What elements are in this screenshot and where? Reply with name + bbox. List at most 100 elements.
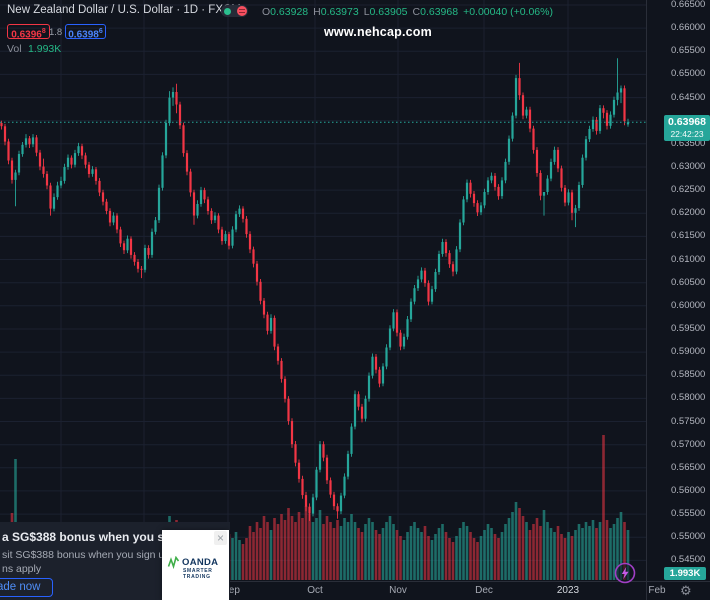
volume-bar: [241, 544, 245, 580]
candle: [332, 494, 336, 507]
volume-bar: [486, 524, 490, 580]
price-tick-label: 0.55500: [671, 508, 706, 520]
candle: [458, 222, 462, 250]
volume-bar: [318, 510, 322, 580]
price-tick-label: 0.58000: [671, 392, 706, 404]
candle: [255, 263, 259, 282]
candle: [38, 152, 42, 167]
candle: [448, 253, 451, 265]
candle: [367, 375, 371, 399]
gear-icon[interactable]: ⚙: [680, 584, 692, 599]
volume-bar: [588, 526, 591, 580]
spread-value: 1.8: [49, 27, 63, 38]
candle: [269, 317, 273, 331]
candle: [388, 328, 392, 348]
volume-bar: [353, 522, 357, 580]
ask-price: 0.6398: [68, 29, 99, 41]
volume-bar: [245, 538, 248, 580]
candle: [483, 192, 486, 206]
candle: [63, 167, 66, 181]
candle: [514, 78, 518, 116]
volume-bar: [297, 512, 301, 580]
time-tick-label: Dec: [475, 585, 493, 596]
symbol-title[interactable]: New Zealand Dollar / U.S. Dollar · 1D · …: [7, 4, 241, 16]
candle: [14, 172, 17, 180]
candle: [10, 160, 14, 180]
ohlc-key: O: [262, 6, 271, 18]
legend-visibility-toggle[interactable]: [221, 5, 248, 17]
volume-bar: [339, 526, 343, 580]
candle: [584, 139, 588, 158]
candle: [168, 97, 171, 124]
candle: [392, 312, 395, 329]
candle: [322, 444, 325, 458]
volume-bar: [493, 534, 497, 580]
candle: [374, 356, 378, 370]
volume-bar: [476, 542, 479, 580]
menu-icon: [236, 6, 247, 16]
volume-bar: [518, 508, 521, 580]
candle: [252, 249, 255, 264]
volume-bar: [416, 528, 420, 580]
candle: [493, 175, 497, 187]
candle: [59, 180, 63, 186]
volume-bar: [521, 516, 525, 580]
ad-banner[interactable]: a SG$388 bonus when you sign up. sit SG$…: [0, 522, 230, 600]
candle: [220, 229, 224, 242]
volume-bar: [567, 532, 570, 580]
candle: [521, 95, 525, 116]
candle: [476, 203, 479, 213]
candle: [24, 138, 28, 145]
volume-bar: [462, 522, 465, 580]
oanda-card[interactable]: × OANDA SMARTER TRADING: [162, 530, 229, 600]
candle: [77, 146, 80, 154]
volume-bar: [430, 540, 434, 580]
volume-bar: [311, 522, 315, 580]
candle: [231, 229, 234, 246]
volume-bar: [402, 540, 406, 580]
candle: [570, 192, 574, 213]
sell-price-button[interactable]: 0.63968: [7, 24, 50, 40]
candle: [511, 115, 514, 139]
volume-value: 1.993K: [28, 43, 62, 55]
time-tick-label: 2023: [556, 585, 580, 596]
candle: [532, 128, 535, 150]
candle: [402, 336, 406, 347]
volume-bar: [455, 536, 458, 580]
watermark: www.nehcap.com: [324, 25, 432, 39]
trade-now-button[interactable]: ade now: [0, 578, 54, 597]
candle: [185, 153, 189, 172]
candle: [154, 220, 157, 232]
price-tick-label: 0.64500: [671, 91, 706, 103]
candle: [423, 270, 427, 284]
volume-bar: [409, 526, 413, 580]
candle: [287, 398, 290, 421]
candle: [577, 185, 581, 209]
candle: [52, 197, 56, 209]
candle: [591, 119, 595, 130]
ask-price-pip: 6: [98, 28, 103, 35]
price-change: +0.00040 (+0.06%): [463, 6, 553, 18]
ohlc-value: 0.63968: [420, 6, 459, 18]
candle: [437, 254, 441, 272]
buy-price-button[interactable]: 0.63986: [65, 24, 106, 41]
candle: [133, 254, 136, 262]
volume-bar: [458, 528, 462, 580]
candle: [598, 108, 602, 131]
volume-bar: [294, 522, 297, 580]
boost-icon[interactable]: [612, 560, 638, 586]
candle: [175, 92, 178, 105]
candle: [227, 234, 231, 246]
ohlc-value: 0.63928: [270, 6, 309, 18]
candle: [28, 138, 31, 145]
volume-bar: [290, 516, 294, 580]
close-icon[interactable]: ×: [213, 531, 227, 545]
price-chart[interactable]: [0, 0, 710, 600]
volume-bar: [602, 435, 605, 580]
candle: [301, 478, 304, 496]
candle: [395, 312, 399, 333]
candle: [378, 369, 381, 384]
candle: [539, 173, 542, 196]
volume-bar: [500, 532, 504, 580]
volume-bar: [255, 522, 259, 580]
